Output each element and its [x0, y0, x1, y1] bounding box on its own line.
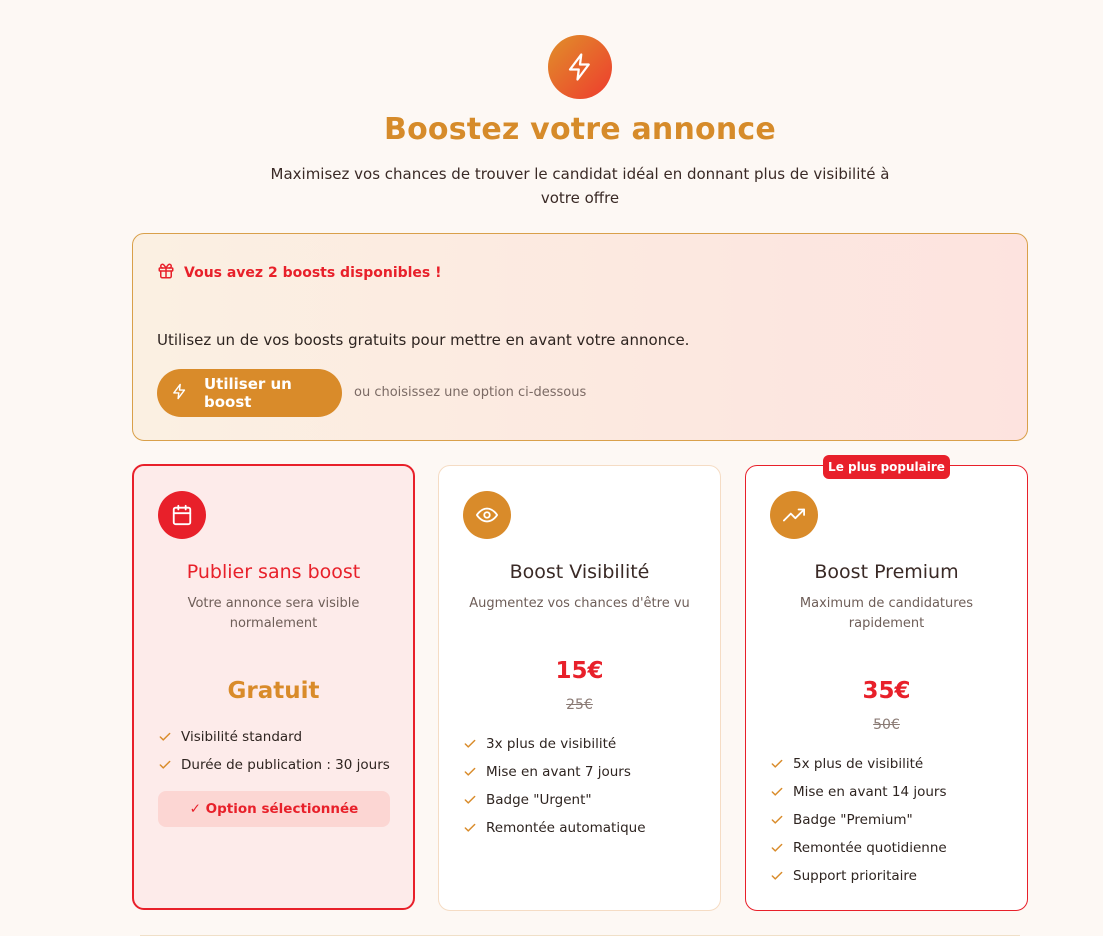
plan-card-visibility[interactable]: Boost Visibilité Augmentez vos chances d… — [438, 465, 721, 911]
check-icon — [159, 760, 171, 769]
feature-label: Mise en avant 14 jours — [793, 784, 947, 800]
feature-item: Visibilité standard — [158, 723, 397, 751]
check-icon — [771, 815, 783, 824]
plan-old-price: 50€ — [873, 717, 900, 733]
check-icon — [464, 739, 476, 748]
plan-description: Votre annonce sera visible normalement — [187, 596, 360, 631]
feature-item: 3x plus de visibilité — [463, 730, 704, 758]
feature-item: Support prioritaire — [770, 862, 1011, 890]
use-boost-label: Utiliser un boost — [204, 375, 292, 411]
feature-item: Remontée automatique — [463, 814, 704, 842]
feature-label: 3x plus de visibilité — [486, 736, 617, 752]
feature-label: Remontée quotidienne — [793, 840, 947, 856]
lightning-icon — [171, 383, 188, 404]
popular-badge: Le plus populaire — [823, 455, 950, 479]
feature-label: Durée de publication : 30 jours — [181, 757, 390, 773]
feature-label: Support prioritaire — [793, 868, 917, 884]
trending-up-icon — [770, 491, 818, 539]
promo-heading-text: Vous avez 2 boosts disponibles ! — [184, 265, 442, 281]
plan-price: 35€ — [862, 678, 911, 704]
plan-card-premium[interactable]: Le plus populaire Boost Premium Maximum … — [745, 455, 1028, 911]
feature-label: Visibilité standard — [181, 729, 303, 745]
feature-item: Durée de publication : 30 jours — [158, 751, 397, 779]
feature-label: Remontée automatique — [486, 820, 646, 836]
check-icon — [464, 795, 476, 804]
option-selected-button[interactable]: ✓ Option sélectionnée — [158, 791, 390, 827]
plan-description: Augmentez vos chances d'être vu — [469, 596, 690, 611]
plan-old-price: 25€ — [566, 697, 593, 713]
feature-item: Mise en avant 14 jours — [770, 778, 1011, 806]
plan-price: 15€ — [555, 658, 604, 684]
check-icon — [159, 732, 171, 741]
calendar-icon — [158, 491, 206, 539]
feature-label: Badge "Urgent" — [486, 792, 592, 808]
check-icon — [464, 767, 476, 776]
available-boosts-panel: Vous avez 2 boosts disponibles ! Utilise… — [132, 233, 1028, 441]
feature-item: Mise en avant 7 jours — [463, 758, 704, 786]
feature-item: Remontée quotidienne — [770, 834, 1011, 862]
check-icon — [464, 823, 476, 832]
promo-alt-text: ou choisissez une option ci-dessous — [354, 385, 587, 400]
check-icon — [771, 787, 783, 796]
feature-item: Badge "Premium" — [770, 806, 1011, 834]
eye-icon — [463, 491, 511, 539]
feature-item: Badge "Urgent" — [463, 786, 704, 814]
page-subtitle: Maximisez vos chances de trouver le cand… — [270, 165, 890, 207]
check-icon — [771, 759, 783, 768]
gift-icon — [157, 262, 175, 284]
plan-description: Maximum de candidatures rapidement — [799, 596, 974, 631]
plan-name: Boost Visibilité — [509, 561, 650, 583]
plan-name: Publier sans boost — [186, 561, 361, 583]
promo-heading: Vous avez 2 boosts disponibles ! — [157, 262, 442, 284]
feature-label: Badge "Premium" — [793, 812, 913, 828]
plan-features: 5x plus de visibilité Mise en avant 14 j… — [770, 750, 1011, 890]
plan-name: Boost Premium — [814, 561, 959, 583]
feature-label: 5x plus de visibilité — [793, 756, 924, 772]
lightning-icon — [548, 35, 612, 99]
page-title: Boostez votre annonce — [384, 112, 776, 147]
plan-features: 3x plus de visibilité Mise en avant 7 jo… — [463, 730, 704, 842]
feature-label: Mise en avant 7 jours — [486, 764, 631, 780]
promo-text: Utilisez un de vos boosts gratuits pour … — [157, 331, 690, 349]
feature-item: 5x plus de visibilité — [770, 750, 1011, 778]
plan-price: Gratuit — [227, 678, 320, 704]
use-boost-button[interactable]: Utiliser un boost — [157, 369, 342, 417]
check-icon — [771, 871, 783, 880]
check-icon — [771, 843, 783, 852]
plan-card-free[interactable]: Publier sans boost Votre annonce sera vi… — [132, 464, 415, 910]
plan-features: Visibilité standard Durée de publication… — [158, 723, 397, 779]
